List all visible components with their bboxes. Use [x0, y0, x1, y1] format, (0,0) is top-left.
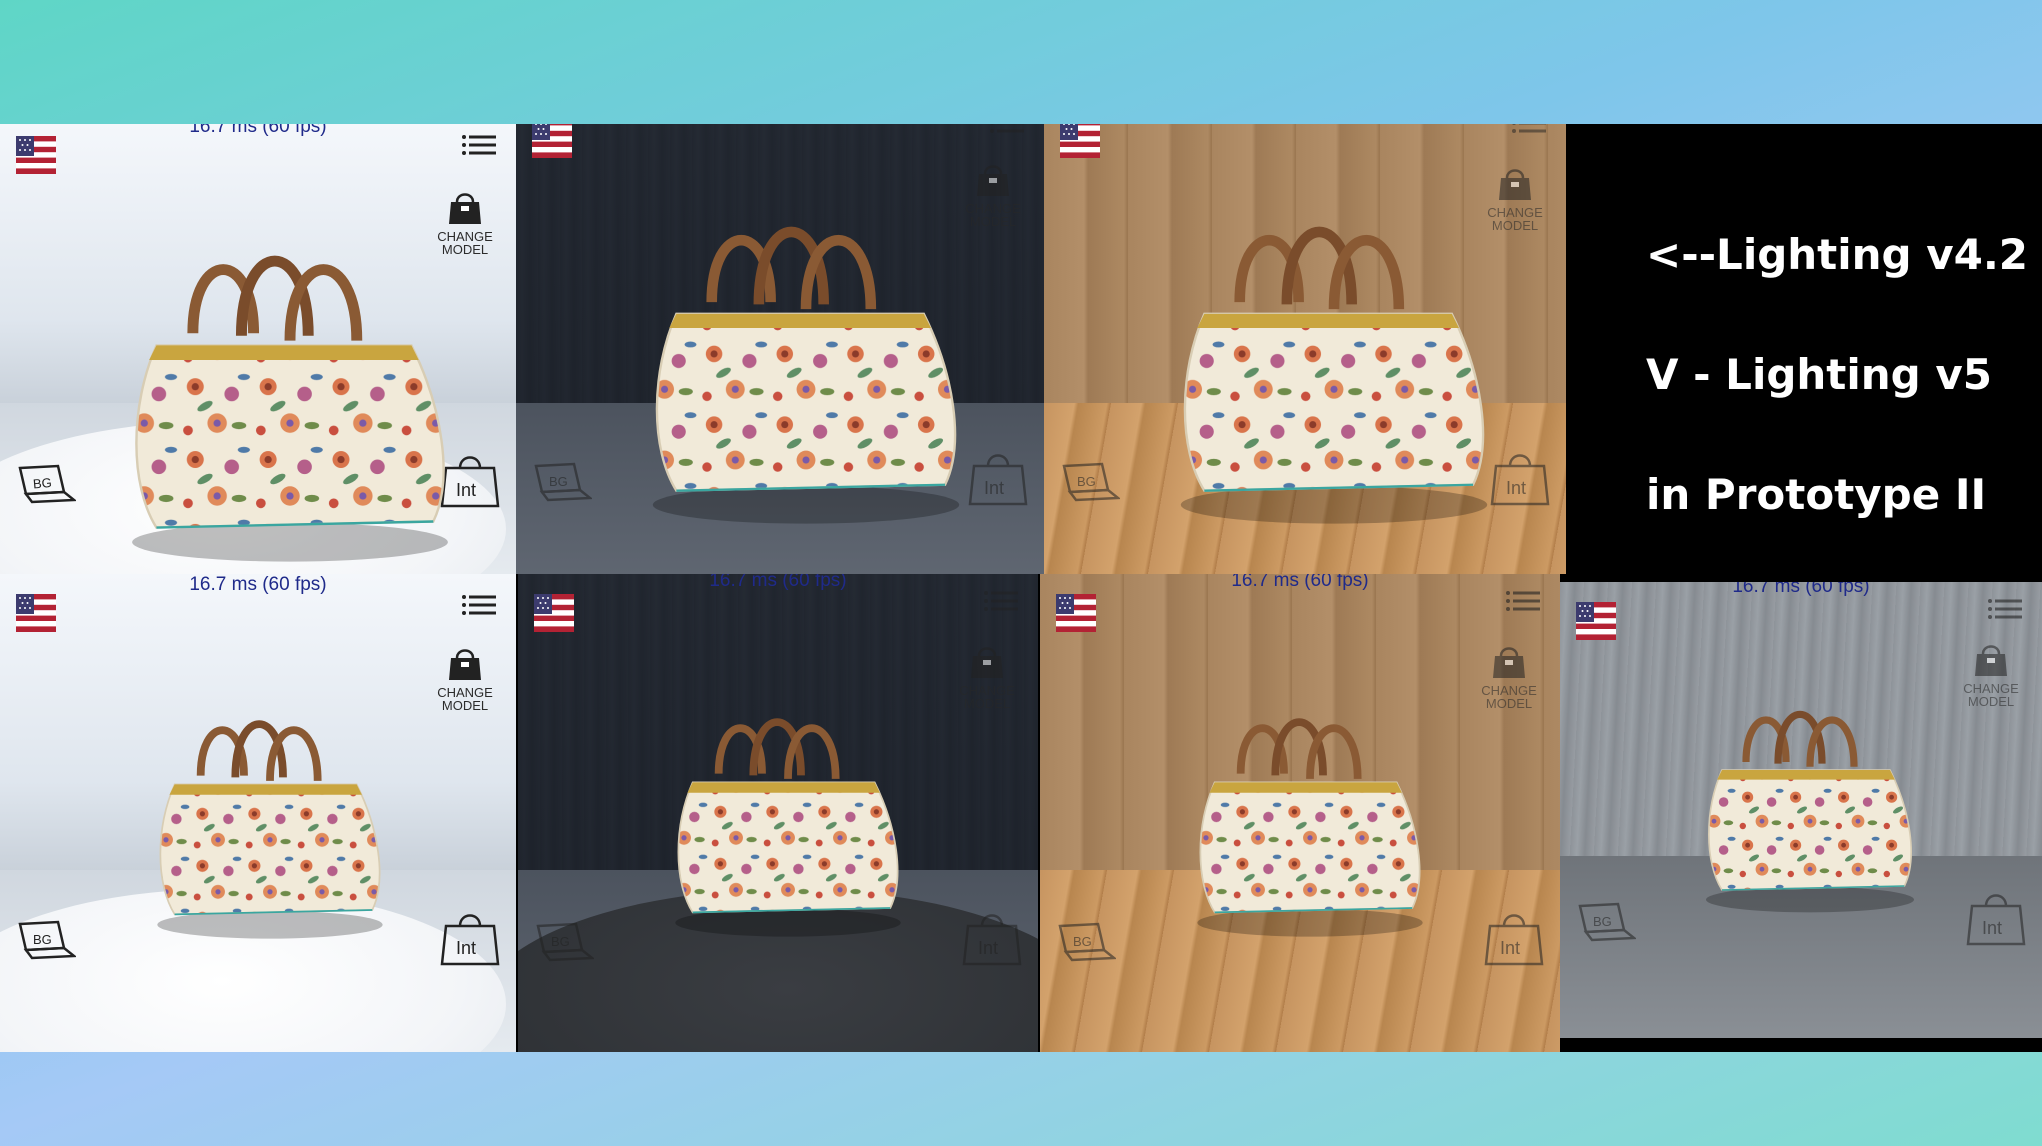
us-flag-icon[interactable]: [16, 136, 56, 174]
change-model-button[interactable]: CHANGE MODEL: [952, 644, 1022, 710]
change-model-label-2: MODEL: [441, 698, 489, 713]
fps-counter: 16.7 ms (60 fps): [709, 574, 847, 591]
bg-label: BG: [33, 932, 52, 947]
handbag-icon: [1973, 645, 2009, 678]
menu-icon[interactable]: [462, 134, 496, 156]
fps-counter: 16.7 ms (60 fps): [1231, 574, 1369, 591]
panel-stone-v5: 16.7 ms (60 fps) CHANGE MODEL BG Int: [1560, 582, 2042, 1038]
caption-line-1: <--Lighting v4.2: [1646, 230, 2029, 279]
change-model-label-2: MODEL: [963, 696, 1011, 711]
handbag-model[interactable]: [1154, 196, 1514, 526]
menu-icon[interactable]: [990, 124, 1024, 134]
us-flag-icon[interactable]: [1576, 602, 1616, 640]
change-model-button[interactable]: CHANGE MODEL: [1474, 644, 1544, 710]
interior-button[interactable]: Int: [1966, 888, 2026, 946]
int-label: Int: [978, 938, 998, 958]
background-button[interactable]: BG: [530, 462, 592, 502]
change-model-label-2: MODEL: [1967, 694, 2015, 709]
menu-icon[interactable]: [984, 590, 1018, 612]
panel-slate-v5: 16.7 ms (60 fps) CHANGE MODEL BG Int: [518, 574, 1038, 1052]
background-button[interactable]: BG: [1054, 922, 1116, 962]
bg-label: BG: [1077, 474, 1096, 489]
interior-button[interactable]: Int: [1484, 908, 1544, 966]
us-flag-icon[interactable]: [534, 594, 574, 632]
handbag-model[interactable]: [626, 196, 986, 526]
background-button[interactable]: BG: [532, 922, 594, 962]
menu-icon[interactable]: [1506, 590, 1540, 612]
handbag-model[interactable]: [100, 224, 480, 564]
background-button[interactable]: BG: [1574, 902, 1636, 942]
bg-label: BG: [551, 934, 570, 949]
us-flag-icon[interactable]: [16, 594, 56, 632]
int-label: Int: [1500, 938, 1520, 958]
panel-studio-v5: 16.7 ms (60 fps) CHANGE MODEL BG Int: [0, 574, 516, 1052]
fps-counter: 16.7 ms (60 fps): [189, 574, 327, 595]
panel-wood-v42: CHANGE MODEL BG Int: [1044, 124, 1566, 574]
interior-button[interactable]: Int: [440, 908, 500, 966]
handbag-icon: [975, 165, 1011, 198]
background-button[interactable]: BG: [14, 464, 76, 504]
handbag-model[interactable]: [658, 692, 918, 942]
bg-label: BG: [1593, 914, 1612, 929]
int-label: Int: [984, 478, 1004, 498]
comparison-grid: 16.7 ms (60 fps) CHANGE MODEL BG Int CHA…: [0, 124, 2042, 1052]
panel-slate-v42: CHANGE MODEL BG Int: [516, 124, 1044, 574]
menu-icon[interactable]: [462, 594, 496, 616]
fps-counter: 16.7 ms (60 fps): [1732, 582, 1870, 597]
int-label: Int: [1982, 918, 2002, 938]
handbag-icon: [969, 647, 1005, 680]
change-model-button[interactable]: CHANGE MODEL: [430, 646, 500, 712]
change-model-button[interactable]: CHANGE MODEL: [1956, 642, 2026, 708]
handbag-model[interactable]: [1180, 692, 1440, 942]
us-flag-icon[interactable]: [532, 124, 572, 158]
bg-label: BG: [549, 474, 568, 489]
handbag-icon: [1491, 647, 1527, 680]
bg-label: BG: [1073, 934, 1092, 949]
int-label: Int: [456, 938, 476, 958]
us-flag-icon[interactable]: [1056, 594, 1096, 632]
panel-wood-v5: 16.7 ms (60 fps) CHANGE MODEL BG Int: [1040, 574, 1560, 1052]
caption-line-3: in Prototype II: [1646, 470, 1987, 519]
panel-studio-v42: 16.7 ms (60 fps) CHANGE MODEL BG Int: [0, 124, 516, 574]
handbag-icon: [447, 193, 483, 226]
fps-counter: 16.7 ms (60 fps): [189, 124, 327, 137]
change-model-label-2: MODEL: [1485, 696, 1533, 711]
handbag-model[interactable]: [140, 694, 400, 944]
handbag-icon: [447, 649, 483, 682]
caption-line-2: V - Lighting v5: [1646, 350, 1992, 399]
bg-label: BG: [32, 475, 52, 492]
caption-panel: <--Lighting v4.2 V - Lighting v5 in Prot…: [1566, 124, 2042, 574]
background-button[interactable]: BG: [1058, 462, 1120, 502]
background-button[interactable]: BG: [14, 920, 76, 960]
interior-button[interactable]: Int: [962, 908, 1022, 966]
us-flag-icon[interactable]: [1060, 124, 1100, 158]
menu-icon[interactable]: [1988, 598, 2022, 620]
menu-icon[interactable]: [1512, 124, 1546, 134]
handbag-model[interactable]: [1690, 682, 1930, 922]
